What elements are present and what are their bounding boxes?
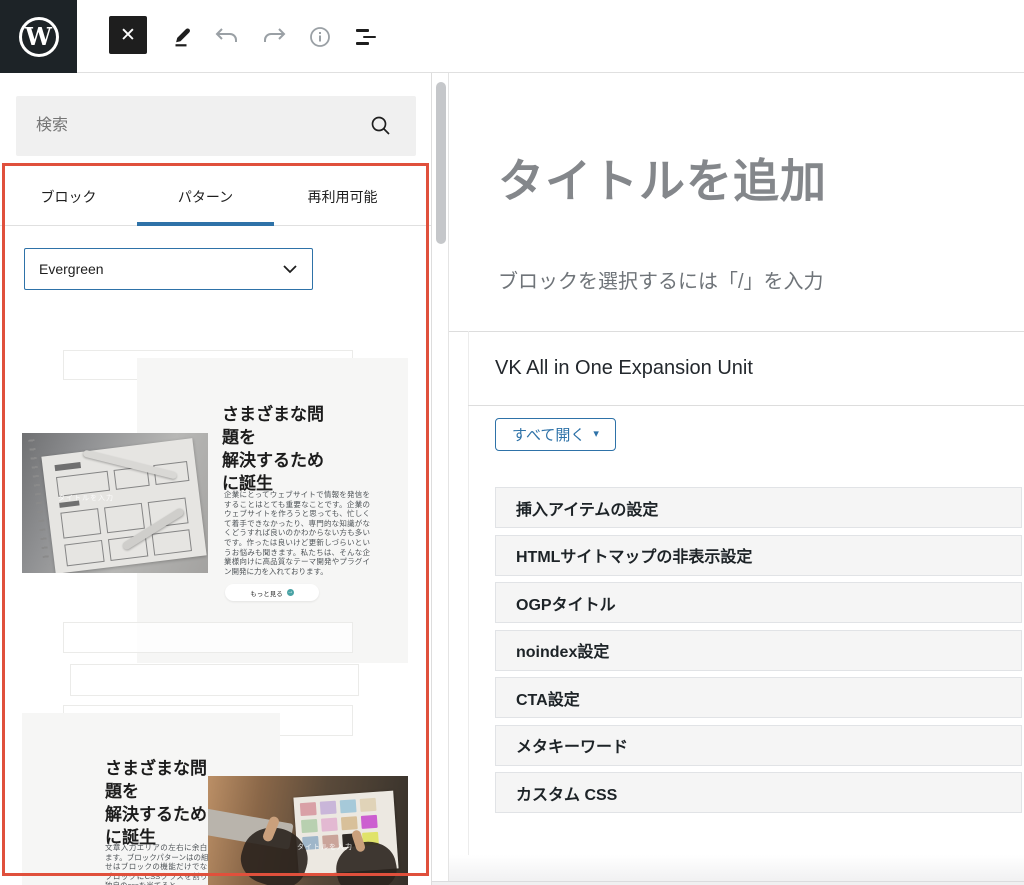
metabox-left-border bbox=[468, 331, 469, 881]
caret-down-icon: ▾ bbox=[593, 429, 599, 440]
undo-icon bbox=[214, 26, 240, 48]
bottom-strip bbox=[432, 881, 1024, 885]
list-view-icon bbox=[356, 29, 376, 45]
block-appender-placeholder[interactable]: ブロックを選択するには「/」を入力 bbox=[498, 265, 824, 294]
accordion-item-html-sitemap[interactable]: HTMLサイトマップの非表示設定 bbox=[495, 535, 1022, 576]
selected-category: Evergreen bbox=[39, 261, 104, 277]
pattern2-heading: さまざまな問題を 解決するために誕生 bbox=[105, 757, 211, 849]
pattern1-more-button[interactable]: もっと見る → bbox=[225, 584, 319, 601]
editor-canvas: タイトルを追加 ブロックを選択するには「/」を入力 VK All in One … bbox=[432, 73, 1024, 885]
pattern-placeholder-box bbox=[63, 622, 353, 653]
accordion-item-insert-items[interactable]: 挿入アイテムの設定 bbox=[495, 487, 1022, 528]
sidebar-scrollbar-thumb[interactable] bbox=[436, 82, 446, 244]
photo-caption: タイトルを入力 bbox=[58, 493, 114, 503]
metabox-accordion-list: 挿入アイテムの設定 HTMLサイトマップの非表示設定 OGPタイトル noind… bbox=[495, 487, 1022, 820]
search-box bbox=[16, 96, 416, 156]
tab-reusable[interactable]: 再利用可能 bbox=[274, 168, 411, 225]
info-icon bbox=[308, 25, 332, 49]
pattern1-body: 企業にとってウェブサイトで情報を発信をすることはとても重要なことです。企業のウェ… bbox=[224, 490, 370, 576]
accordion-item-custom-css[interactable]: カスタム CSS bbox=[495, 772, 1022, 813]
redo-icon bbox=[261, 26, 287, 48]
accordion-item-ogp-title[interactable]: OGPタイトル bbox=[495, 582, 1022, 623]
accordion-item-cta[interactable]: CTA設定 bbox=[495, 677, 1022, 718]
inserter-sidebar: ブロック パターン 再利用可能 Evergreen bbox=[0, 73, 432, 885]
pattern2-photo[interactable]: タイトルを入力 bbox=[208, 776, 408, 885]
edit-mode-button[interactable] bbox=[167, 23, 195, 51]
tab-patterns[interactable]: パターン bbox=[137, 168, 274, 225]
list-view-button[interactable] bbox=[352, 23, 380, 51]
close-icon: ✕ bbox=[120, 24, 136, 47]
metabox-title: VK All in One Expansion Unit bbox=[495, 357, 753, 380]
block-inserter-toggle-button[interactable]: ✕ bbox=[109, 16, 147, 54]
search-icon bbox=[368, 113, 394, 139]
wordpress-w-icon: W bbox=[19, 17, 59, 57]
wordpress-logo[interactable]: W bbox=[0, 0, 77, 73]
chevron-down-icon bbox=[282, 264, 298, 274]
photo-caption: タイトルを入力 bbox=[297, 842, 353, 852]
pattern-placeholder-box bbox=[70, 664, 359, 696]
metabox-divider bbox=[449, 331, 1024, 332]
undo-button[interactable] bbox=[213, 23, 241, 51]
pencil-icon bbox=[169, 25, 193, 49]
metabox-title-rule bbox=[468, 405, 1024, 406]
pattern-category-select[interactable]: Evergreen bbox=[24, 248, 313, 290]
inserter-tabs: ブロック パターン 再利用可能 bbox=[0, 168, 432, 226]
search-input[interactable] bbox=[16, 96, 416, 156]
expand-all-button[interactable]: すべて開く ▾ bbox=[495, 418, 616, 451]
tab-blocks[interactable]: ブロック bbox=[0, 168, 137, 225]
editor-toolbar: W ✕ bbox=[0, 0, 1024, 73]
canvas-left-border bbox=[448, 73, 449, 885]
redo-button[interactable] bbox=[260, 23, 288, 51]
accordion-item-noindex[interactable]: noindex設定 bbox=[495, 630, 1022, 671]
accordion-item-meta-keywords[interactable]: メタキーワード bbox=[495, 725, 1022, 766]
bottom-fade bbox=[449, 855, 1024, 881]
details-button[interactable] bbox=[306, 23, 334, 51]
wireframe-paper bbox=[41, 438, 206, 573]
post-title-placeholder[interactable]: タイトルを追加 bbox=[498, 145, 827, 211]
pattern1-photo[interactable]: タイトルを入力 bbox=[22, 433, 208, 573]
pattern1-heading: さまざまな問題を 解決するために誕生 bbox=[222, 403, 328, 495]
arrow-circle-icon: → bbox=[287, 589, 294, 596]
